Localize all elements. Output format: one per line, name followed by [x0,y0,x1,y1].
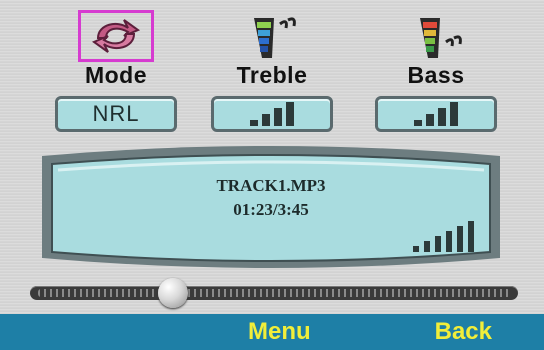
treble-value-box[interactable] [211,96,333,132]
bass-value-box[interactable] [375,96,497,132]
mode-value-box[interactable]: NRL [55,96,177,132]
softkey-bar: Menu Back [0,314,544,350]
progress-ticks [38,289,510,297]
track-name: TRACK1.MP3 [216,176,326,195]
bass-icon [420,18,462,58]
bass-label: Bass [407,62,465,88]
track-time: 01:23/3:45 [233,200,309,219]
menu-softkey[interactable]: Menu [248,318,311,346]
treble-level-bars [250,102,294,126]
repeat-mode-icon [91,19,141,53]
treble-label: Treble [236,62,308,88]
lcd-display: TRACK1.MP3 01:23/3:45 [38,142,504,272]
volume-level-bars [413,221,474,252]
mode-icon-box[interactable] [78,10,154,62]
treble-icon [254,17,296,58]
treble-control[interactable]: Treble [202,6,342,134]
progress-slider[interactable] [30,278,518,308]
back-softkey[interactable]: Back [435,318,492,346]
mode-control[interactable]: Mode NRL [46,6,186,134]
mode-label: Mode [84,62,148,88]
progress-knob[interactable] [158,278,189,308]
bass-control[interactable]: Bass [366,6,506,134]
bass-level-bars [414,102,458,126]
bass-icon-box[interactable] [396,10,476,66]
mode-value: NRL [92,101,140,126]
treble-icon-box[interactable] [232,10,312,66]
player-screen: Mode NRL Treble Bass TRACK1.MP3 01:23/3:… [0,0,544,350]
